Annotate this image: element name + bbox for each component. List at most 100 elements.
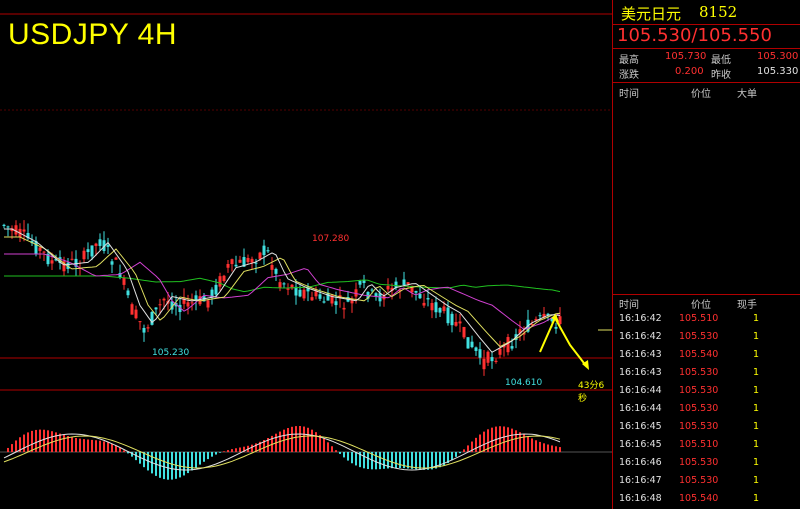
tick-size: 1 bbox=[753, 331, 760, 342]
candle-body bbox=[334, 301, 338, 306]
low-value: 105.300 bbox=[757, 51, 799, 62]
bar-countdown-label: 43分6秒 bbox=[578, 381, 605, 404]
tick-row[interactable]: 16:16:42 105.510 1 bbox=[613, 310, 800, 328]
tick-row[interactable]: 16:16:44 105.530 1 bbox=[613, 400, 800, 418]
tick-price: 105.510 bbox=[679, 439, 719, 450]
candle-body bbox=[442, 306, 446, 312]
candle-body bbox=[86, 249, 90, 253]
symbol-header: 美元日元 8152 bbox=[613, 0, 800, 24]
price-chart-area[interactable]: USDJPY 4H 107.280 105.230 104.610 43分6秒 bbox=[0, 0, 612, 509]
tick-size: 1 bbox=[753, 421, 760, 432]
candle-body bbox=[126, 290, 130, 296]
tick-price: 105.530 bbox=[679, 457, 719, 468]
candle-body bbox=[38, 247, 42, 251]
candle-body bbox=[254, 262, 258, 264]
candle-body bbox=[246, 257, 250, 263]
candle-body bbox=[70, 258, 74, 260]
candle-body bbox=[110, 261, 114, 265]
candle-body bbox=[82, 250, 86, 260]
tick-row[interactable]: 16:16:43 105.530 1 bbox=[613, 364, 800, 382]
candle-body bbox=[466, 337, 470, 349]
candle-body bbox=[386, 286, 390, 290]
tick-size: 1 bbox=[753, 385, 760, 396]
high-label: 最高 bbox=[619, 55, 639, 66]
candle-body bbox=[430, 303, 434, 311]
prev-close-value: 105.330 bbox=[757, 66, 799, 77]
tick-size: 1 bbox=[753, 475, 760, 486]
tick-size: 1 bbox=[753, 493, 760, 504]
candle-body bbox=[262, 245, 266, 256]
tick-time: 16:16:43 bbox=[619, 349, 662, 360]
tick-size: 1 bbox=[753, 457, 760, 468]
ma-line-white bbox=[4, 228, 561, 353]
candle-body bbox=[506, 337, 510, 353]
candle-body bbox=[402, 279, 406, 286]
tick-price: 105.530 bbox=[679, 403, 719, 414]
candle-body bbox=[462, 326, 466, 338]
tick-size: 1 bbox=[753, 439, 760, 450]
symbol-code: 8152 bbox=[699, 3, 738, 21]
candle-body bbox=[94, 243, 98, 246]
projection-arrow-line bbox=[539, 315, 588, 368]
tick-time: 16:16:48 bbox=[619, 493, 662, 504]
tick-row[interactable]: 16:16:44 105.530 1 bbox=[613, 382, 800, 400]
candle-body bbox=[450, 313, 454, 326]
tick-price: 105.540 bbox=[679, 493, 719, 504]
candle-body bbox=[206, 300, 210, 308]
tick-list[interactable]: 时间 价位 现手 16:16:42 105.510 1 16:16:42 105.530… bbox=[613, 295, 800, 509]
candle-body bbox=[158, 304, 162, 306]
candle-body bbox=[434, 302, 438, 313]
candle-body bbox=[478, 349, 482, 358]
candle-body bbox=[50, 260, 54, 264]
candle-body bbox=[370, 289, 374, 291]
candle-body bbox=[214, 284, 218, 295]
candle-body bbox=[186, 302, 190, 307]
candle-body bbox=[406, 282, 410, 284]
candle-body bbox=[314, 291, 318, 297]
bid-ask-quote: 105.530/105.550 bbox=[617, 25, 772, 46]
candle-body bbox=[258, 252, 262, 259]
candle-body bbox=[22, 229, 26, 232]
candle-body bbox=[106, 244, 110, 247]
candle-body bbox=[90, 245, 94, 257]
tick-row[interactable]: 16:16:45 105.530 1 bbox=[613, 418, 800, 436]
tick-price: 105.530 bbox=[679, 421, 719, 432]
big-orders-section[interactable]: 时间 价位 大单 bbox=[613, 83, 800, 293]
prev-close-label: 昨收 bbox=[711, 70, 731, 81]
candle-body bbox=[286, 288, 290, 290]
high-price-label: 107.280 bbox=[312, 234, 350, 244]
candle-body bbox=[238, 259, 242, 263]
tick-row[interactable]: 16:16:47 105.530 1 bbox=[613, 472, 800, 490]
candle-body bbox=[486, 351, 490, 363]
tick-row[interactable]: 16:16:48 105.540 1 bbox=[613, 490, 800, 508]
candle-body bbox=[554, 326, 558, 329]
candle-body bbox=[298, 289, 302, 297]
candle-body bbox=[98, 239, 102, 246]
candle-body bbox=[494, 360, 498, 362]
low-right-price-label: 104.610 bbox=[505, 378, 543, 388]
big-orders-size-header: 大单 bbox=[737, 89, 757, 100]
tick-row[interactable]: 16:16:42 105.530 1 bbox=[613, 328, 800, 346]
candle-body bbox=[278, 282, 282, 288]
candlestick-chart[interactable] bbox=[0, 0, 612, 509]
ticks-time-header: 时间 bbox=[619, 300, 639, 311]
candle-body bbox=[2, 224, 6, 226]
candle-body bbox=[274, 268, 278, 274]
big-orders-price-header: 价位 bbox=[691, 89, 711, 100]
symbol-name: 美元日元 bbox=[621, 5, 682, 23]
change-label: 涨跌 bbox=[619, 70, 639, 81]
candle-body bbox=[498, 348, 502, 355]
candle-body bbox=[142, 327, 146, 333]
ticks-price-header: 价位 bbox=[691, 300, 711, 311]
candle-body bbox=[130, 304, 134, 315]
candle-body bbox=[510, 346, 514, 349]
tick-size: 1 bbox=[753, 349, 760, 360]
candle-body bbox=[146, 327, 150, 329]
tick-row[interactable]: 16:16:45 105.510 1 bbox=[613, 436, 800, 454]
candle-body bbox=[218, 276, 222, 287]
candle-body bbox=[234, 264, 238, 267]
tick-time: 16:16:42 bbox=[619, 331, 662, 342]
tick-row[interactable]: 16:16:46 105.530 1 bbox=[613, 454, 800, 472]
tick-row[interactable]: 16:16:43 105.540 1 bbox=[613, 346, 800, 364]
candle-body bbox=[418, 293, 422, 299]
